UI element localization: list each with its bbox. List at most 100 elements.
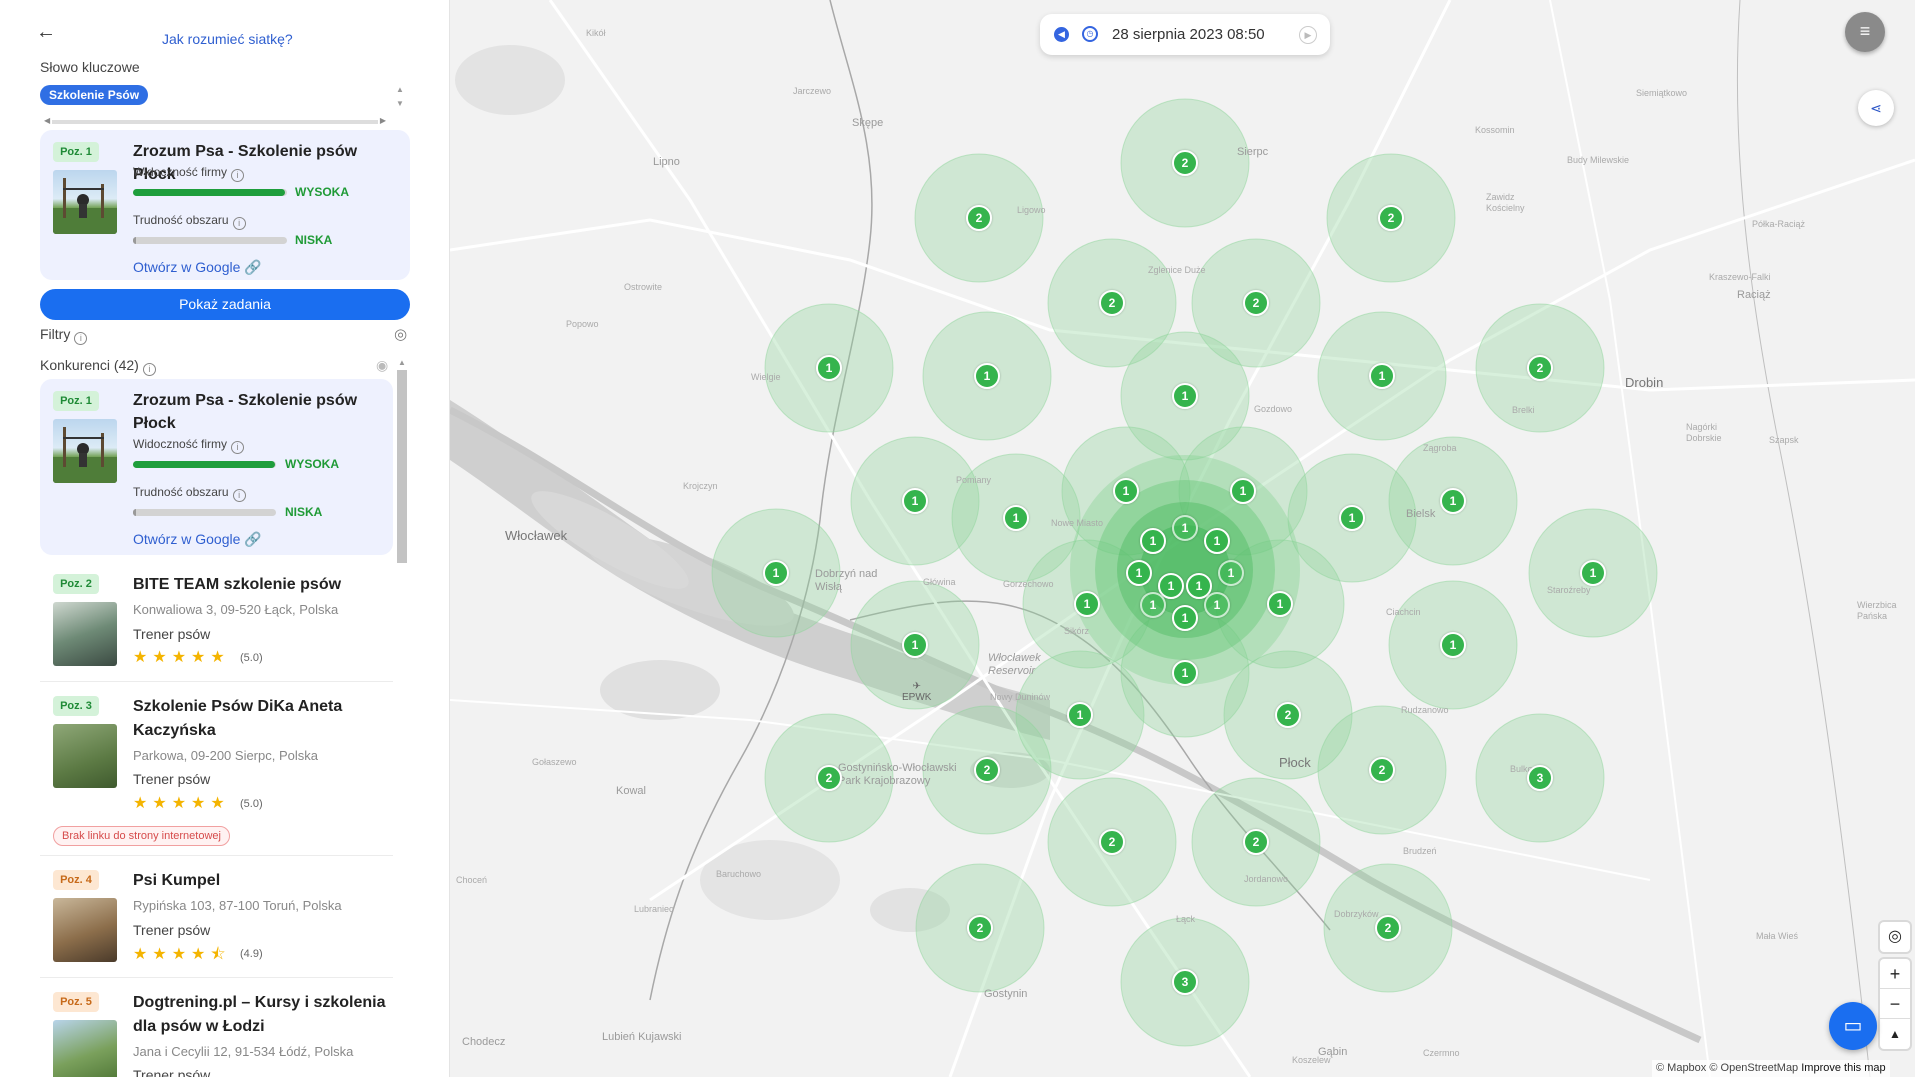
- grid-point-pin[interactable]: 2: [967, 915, 993, 941]
- previous-date-icon[interactable]: ◀: [1054, 27, 1069, 42]
- grid-point-pin[interactable]: 2: [1243, 829, 1269, 855]
- competitor-card-4[interactable]: Poz. 4 Psi Kumpel Rypińska 103, 87-100 T…: [40, 858, 393, 978]
- scrollbar-thumb[interactable]: [397, 370, 407, 563]
- show-tasks-button[interactable]: Pokaż zadania: [40, 289, 410, 320]
- competitor-card-2[interactable]: Poz. 2 BITE TEAM szkolenie psów Konwalio…: [40, 562, 393, 682]
- mapbox-attribution[interactable]: © Mapbox: [1656, 1062, 1706, 1074]
- scroll-right-icon[interactable]: ▶: [380, 116, 386, 125]
- improve-map-link[interactable]: Improve this map: [1801, 1062, 1885, 1074]
- position-badge: Poz. 5: [53, 992, 99, 1012]
- competitors-scrollbar[interactable]: ▲: [396, 358, 408, 1077]
- grid-point-pin[interactable]: 1: [1074, 591, 1100, 617]
- grid-point-pin[interactable]: 1: [1369, 363, 1395, 389]
- compass-icon[interactable]: ▲: [1880, 1019, 1910, 1049]
- difficulty-label: Trudność obszaru i: [133, 213, 246, 230]
- grid-point-pin[interactable]: 2: [1172, 150, 1198, 176]
- map-label-brudzen: Brudzeń: [1403, 846, 1437, 856]
- grid-point-pin[interactable]: 1: [974, 363, 1000, 389]
- osm-attribution[interactable]: © OpenStreetMap: [1709, 1062, 1798, 1074]
- grid-point-pin[interactable]: 1: [1172, 515, 1198, 541]
- geolocate-icon[interactable]: ◎: [1880, 922, 1910, 952]
- competitor-card-3[interactable]: Poz. 3 Szkolenie Psów DiKa Aneta Kaczyńs…: [40, 684, 393, 856]
- grid-point-pin[interactable]: 1: [763, 560, 789, 586]
- competitor-card-5[interactable]: Poz. 5 Dogtrening.pl – Kursy i szkolenia…: [40, 980, 393, 1077]
- info-icon[interactable]: i: [232, 217, 246, 230]
- grid-point-pin[interactable]: 1: [902, 632, 928, 658]
- info-icon[interactable]: i: [74, 332, 88, 345]
- grid-point-pin[interactable]: 2: [816, 765, 842, 791]
- chat-icon[interactable]: ▭: [1829, 1002, 1877, 1050]
- grid-point-pin[interactable]: 1: [1339, 505, 1365, 531]
- grid-point-pin[interactable]: 2: [974, 757, 1000, 783]
- grid-point-pin[interactable]: 1: [1204, 528, 1230, 554]
- grid-point-pin[interactable]: 3: [1527, 765, 1553, 791]
- competitor-name: Dogtrening.pl – Kursy i szkolenia dla ps…: [133, 994, 386, 1035]
- grid-point-pin[interactable]: 3: [1172, 969, 1198, 995]
- back-arrow-icon[interactable]: ←: [36, 20, 60, 44]
- map-label-kossomin: Kossomin: [1475, 125, 1515, 135]
- info-icon[interactable]: i: [232, 489, 246, 502]
- grid-point-pin[interactable]: 1: [1113, 478, 1139, 504]
- grid-point-pin[interactable]: 2: [1099, 290, 1125, 316]
- info-icon[interactable]: i: [231, 169, 245, 182]
- grid-point-pin[interactable]: 2: [1099, 829, 1125, 855]
- grid-point-pin[interactable]: 1: [1172, 660, 1198, 686]
- grid-point-pin[interactable]: 2: [1375, 915, 1401, 941]
- map-label-siemiatkowo: Siemiątkowo: [1636, 88, 1688, 98]
- grid-point-pin[interactable]: 1: [1267, 591, 1293, 617]
- info-icon[interactable]: i: [231, 441, 245, 454]
- grid-point-pin[interactable]: 1: [1172, 605, 1198, 631]
- grid-point-pin[interactable]: 1: [1440, 488, 1466, 514]
- grid-help-link[interactable]: Jak rozumieć siatkę?: [162, 31, 293, 47]
- keyword-chip[interactable]: Szkolenie Psów: [40, 85, 149, 105]
- grid-point-pin[interactable]: 1: [816, 355, 842, 381]
- map-label-starozreby: Staroźreby: [1547, 585, 1591, 595]
- external-link-icon: 🔗: [244, 531, 262, 547]
- visibility-bar: [133, 461, 276, 468]
- keyword-scroll-up-icon[interactable]: ▲: [396, 85, 406, 95]
- grid-point-pin[interactable]: 1: [1580, 560, 1606, 586]
- open-in-google-link[interactable]: Otwórz w Google 🔗: [133, 259, 262, 276]
- grid-point-pin[interactable]: 1: [1003, 505, 1029, 531]
- grid-point-pin[interactable]: 2: [966, 205, 992, 231]
- grid-point-pin[interactable]: 1: [1140, 592, 1166, 618]
- grid-point-pin[interactable]: 1: [1172, 383, 1198, 409]
- next-date-icon[interactable]: ▶: [1299, 26, 1317, 44]
- open-in-google-link[interactable]: Otwórz w Google 🔗: [133, 531, 262, 548]
- zoom-out-icon[interactable]: −: [1880, 989, 1910, 1019]
- history-clock-icon[interactable]: ◷: [1082, 26, 1098, 42]
- visibility-level: WYSOKA: [295, 185, 349, 199]
- selected-business-card[interactable]: Poz. 1 Zrozum Psa - Szkolenie psów Płock…: [40, 130, 410, 280]
- horizontal-scrollbar[interactable]: ◀ ▶: [40, 116, 390, 128]
- grid-point-pin[interactable]: 2: [1378, 205, 1404, 231]
- grid-point-pin[interactable]: 1: [1204, 592, 1230, 618]
- competitor-card-1[interactable]: Poz. 1 Zrozum Psa - Szkolenie psów Płock…: [40, 379, 393, 555]
- zoom-in-icon[interactable]: +: [1880, 959, 1910, 989]
- scroll-up-icon[interactable]: ▲: [398, 358, 406, 367]
- map-canvas[interactable]: Włocławek Płock Drobin Lipno Kowal Gąbin…: [450, 0, 1915, 1077]
- grid-point-pin[interactable]: 1: [1126, 560, 1152, 586]
- scroll-left-icon[interactable]: ◀: [44, 116, 50, 125]
- grid-point-pin[interactable]: 1: [902, 488, 928, 514]
- grid-point-pin[interactable]: 2: [1369, 757, 1395, 783]
- competitors-eye-icon[interactable]: ◉: [376, 357, 388, 374]
- grid-point-pin[interactable]: 1: [1140, 528, 1166, 554]
- share-icon[interactable]: ⋖: [1858, 90, 1894, 126]
- grid-point-pin[interactable]: 1: [1440, 632, 1466, 658]
- hide-filters-eye-icon[interactable]: ◎: [394, 325, 407, 343]
- grid-point-pin[interactable]: 1: [1218, 560, 1244, 586]
- competitor-address: Konwaliowa 3, 09-520 Łąck, Polska: [133, 602, 339, 617]
- competitors-label: Konkurenci (42) i: [40, 357, 156, 376]
- keyword-scroll-down-icon[interactable]: ▼: [396, 99, 406, 109]
- grid-point-pin[interactable]: 2: [1527, 355, 1553, 381]
- hamburger-menu-icon[interactable]: ≡: [1845, 12, 1885, 52]
- map-label-baruchowo: Baruchowo: [716, 869, 762, 879]
- map-label-krojczyn: Krojczyn: [683, 481, 718, 491]
- map-label-nowe-miasto: Nowe Miasto: [1051, 518, 1104, 528]
- grid-point-pin[interactable]: 1: [1230, 478, 1256, 504]
- grid-point-pin[interactable]: 2: [1275, 702, 1301, 728]
- horizontal-scroll-track[interactable]: [52, 120, 378, 124]
- info-icon[interactable]: i: [142, 363, 156, 376]
- grid-point-pin[interactable]: 2: [1243, 290, 1269, 316]
- grid-point-pin[interactable]: 1: [1067, 702, 1093, 728]
